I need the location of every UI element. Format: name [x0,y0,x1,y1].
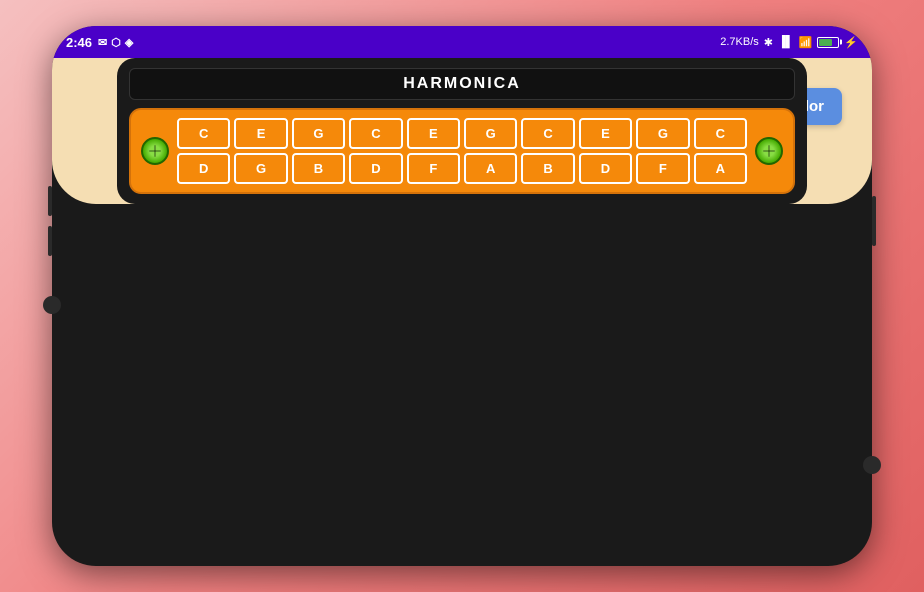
key-f2[interactable]: F [636,153,689,184]
wifi-icon: 📶 [799,36,813,49]
key-g3[interactable]: G [636,118,689,149]
key-c1[interactable]: C [177,118,230,149]
screw-right [755,137,783,165]
instagram-icon: ⬡ [111,36,121,49]
key-d2[interactable]: D [349,153,402,184]
harmonica-title: HARMONICA [129,68,795,100]
key-d1[interactable]: D [177,153,230,184]
network-speed: 2.7KB/s [720,36,759,48]
key-c2[interactable]: C [349,118,402,149]
key-e3[interactable]: E [579,118,632,149]
status-bar: 2:46 ✉ ⬡ ◈ 2.7KB/s ✱ ▐▌ 📶 ⚡ [52,26,872,58]
keys-grid: C E G C E G C E G C D G B D [177,118,747,184]
key-g1[interactable]: G [292,118,345,149]
key-g4[interactable]: G [234,153,287,184]
phone-frame: 2:46 ✉ ⬡ ◈ 2.7KB/s ✱ ▐▌ 📶 ⚡ Choose Colo [52,26,872,566]
email-icon: ✉ [98,36,107,49]
key-a2[interactable]: A [694,153,747,184]
key-b1[interactable]: B [292,153,345,184]
harmonica-body: C E G C E G C E G C D G B D [129,108,795,194]
key-c3[interactable]: C [521,118,574,149]
power-button[interactable] [872,196,876,246]
key-g2[interactable]: G [464,118,517,149]
harmonica-instrument: HARMONICA C E G C E G C E G C [117,58,807,204]
notification-icon: ◈ [125,36,133,49]
key-c4[interactable]: C [694,118,747,149]
status-icons: ✉ ⬡ ◈ [98,36,133,49]
key-a1[interactable]: A [464,153,517,184]
bluetooth-icon: ✱ [764,36,773,49]
screen-content: Choose Color HARMONICA C E G C E G C [52,58,872,204]
time-display: 2:46 [66,35,92,50]
key-f1[interactable]: F [407,153,460,184]
key-e1[interactable]: E [234,118,287,149]
charging-icon: ⚡ [844,36,858,49]
key-b2[interactable]: B [521,153,574,184]
battery-fill [819,39,832,46]
key-e2[interactable]: E [407,118,460,149]
signal-icon: ▐▌ [778,36,794,48]
status-left: 2:46 ✉ ⬡ ◈ [66,35,133,50]
battery-indicator [817,37,839,48]
key-d3[interactable]: D [579,153,632,184]
screw-left [141,137,169,165]
status-right: 2.7KB/s ✱ ▐▌ 📶 ⚡ [720,36,858,49]
